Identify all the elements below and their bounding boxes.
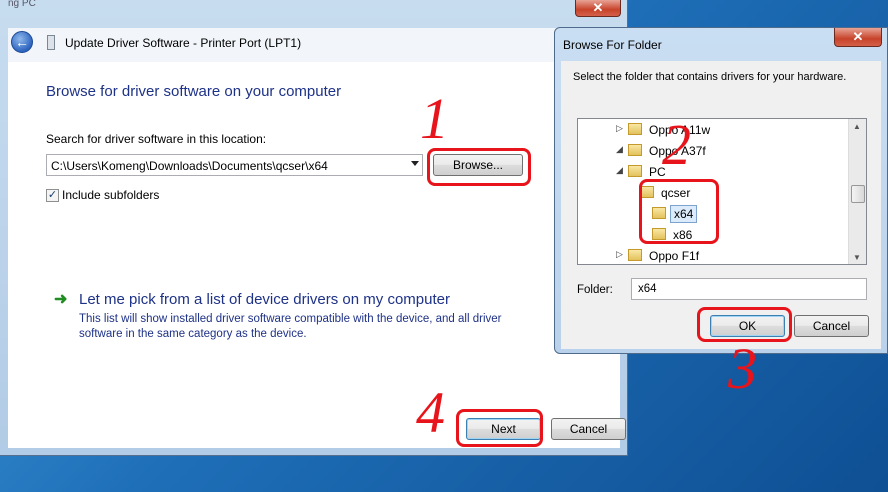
update-driver-window: ng PC ✕ ← Update Driver Software - Print… — [0, 0, 628, 456]
dialog-description: Select the folder that contains drivers … — [573, 71, 847, 83]
dialog-title: Browse For Folder — [563, 38, 662, 52]
scroll-down-icon[interactable]: ▼ — [853, 253, 861, 262]
annotation-highlight-next — [456, 409, 543, 447]
page-heading: Browse for driver software on your compu… — [46, 83, 342, 100]
annotation-number-3: 3 — [728, 336, 757, 401]
cancel-button[interactable]: Cancel — [551, 418, 626, 440]
browse-for-folder-dialog: Browse For Folder ✕ Select the folder th… — [554, 27, 888, 354]
folder-icon — [628, 249, 642, 261]
tree-item[interactable]: ▷ Oppo A11w — [616, 120, 816, 141]
green-arrow-icon: ➜ — [54, 291, 68, 308]
back-button[interactable]: ← — [11, 31, 33, 53]
folder-icon — [628, 165, 642, 177]
close-icon: ✕ — [852, 29, 864, 44]
driver-path-combobox[interactable]: C:\Users\Komeng\Downloads\Documents\qcse… — [46, 154, 423, 176]
annotation-number-1: 1 — [420, 86, 449, 151]
include-subfolders-checkbox[interactable]: ✓ — [46, 189, 59, 202]
driver-path-value: C:\Users\Komeng\Downloads\Documents\qcse… — [51, 159, 328, 173]
folder-label: Folder: — [577, 284, 613, 296]
dropdown-arrow-icon[interactable] — [411, 161, 419, 166]
expand-toggle-icon[interactable]: ◢ — [616, 144, 626, 155]
tree-scrollbar[interactable]: ▲ ▼ — [848, 119, 866, 264]
folder-icon — [628, 144, 642, 156]
tree-item[interactable]: ◢ Oppo A37f — [616, 141, 816, 162]
window-title: Update Driver Software - Printer Port (L… — [65, 36, 302, 50]
back-arrow-icon: ← — [15, 34, 29, 50]
folder-tree[interactable]: ▷ Oppo A11w ◢ Oppo A37f ◢ PC qcser x64 x86 ▷ Oppo … — [577, 118, 867, 265]
background-window-caption: ng PC — [8, 0, 36, 9]
expand-toggle-icon[interactable]: ◢ — [616, 165, 626, 176]
annotation-number-2: 2 — [662, 112, 691, 177]
tree-item-label: Oppo F1f — [649, 249, 700, 263]
scroll-thumb[interactable] — [851, 185, 865, 203]
folder-input[interactable]: x64 — [631, 278, 867, 300]
wizard-content: Browse for driver software on your compu… — [8, 62, 626, 448]
search-location-label: Search for driver software in this locat… — [46, 132, 267, 146]
dialog-cancel-button[interactable]: Cancel — [794, 315, 869, 337]
pick-from-list-link[interactable]: Let me pick from a list of device driver… — [79, 291, 450, 308]
folder-icon — [628, 123, 642, 135]
close-icon: ✕ — [592, 0, 604, 15]
tree-item[interactable]: ▷ Oppo F1f — [616, 246, 816, 264]
dialog-body: Select the folder that contains drivers … — [561, 61, 881, 349]
include-subfolders-label: Include subfolders — [62, 188, 160, 202]
annotation-highlight-browse — [427, 148, 531, 186]
dialog-close-button[interactable]: ✕ — [834, 28, 882, 47]
wizard-header: ← Update Driver Software - Printer Port … — [8, 28, 620, 63]
pick-from-list-description: This list will show installed driver sof… — [79, 313, 502, 340]
device-icon — [47, 35, 55, 50]
close-button[interactable]: ✕ — [575, 0, 621, 17]
annotation-highlight-folder — [639, 179, 719, 244]
expand-toggle-icon[interactable]: ▷ — [616, 123, 626, 134]
annotation-number-4: 4 — [416, 380, 445, 445]
expand-toggle-icon[interactable]: ▷ — [616, 249, 626, 260]
scroll-up-icon[interactable]: ▲ — [853, 122, 861, 131]
checkmark-icon: ✓ — [47, 189, 58, 201]
